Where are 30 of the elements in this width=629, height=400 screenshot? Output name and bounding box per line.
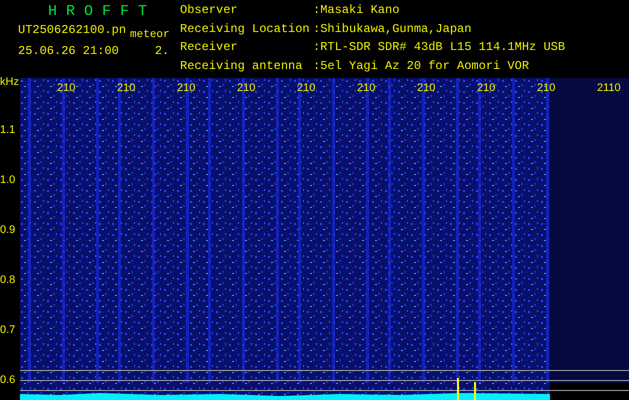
unit-label: kHz [0, 76, 19, 88]
x-tick-label: 2110 [597, 82, 621, 94]
x-tick-label: 210 [57, 82, 76, 94]
info-value: :5el Yagi Az 20 for Aomori VOR [313, 60, 530, 74]
x-tick-label: 210 [117, 82, 136, 94]
info-label: Receiver [180, 41, 239, 56]
file-name: UT2506262100.pn [18, 24, 126, 36]
info-value: :Shibukawa,Gunma,Japan [313, 22, 472, 38]
x-tick-label: 210 [297, 82, 316, 94]
x-tick-label: 210 [417, 82, 436, 94]
info-label: Receiving Location [180, 22, 311, 38]
date-time: 25.06.26 21:00 [18, 45, 119, 57]
y-tick-label: 1.0 [0, 174, 16, 186]
x-tick-label: 210 [177, 82, 196, 94]
info-value: :RTL-SDR SDR# 43dB L15 114.1MHz USB [313, 41, 566, 56]
x-tick-label: 210 [237, 82, 256, 94]
y-tick-label: 0.8 [0, 274, 16, 286]
x-tick-label: 210 [537, 82, 556, 94]
app-title: H R O F F T [48, 4, 148, 20]
info-label: Receiving antenna [180, 60, 304, 74]
mode-label: meteor [130, 29, 170, 41]
y-tick-label: 0.7 [0, 324, 16, 336]
x-tick-label: 210 [477, 82, 496, 94]
y-tick-label: 1.1 [0, 124, 16, 136]
y-tick-label: 0.9 [0, 224, 16, 236]
value-label: 2. [154, 45, 170, 57]
y-tick-label: 0.6 [0, 374, 16, 386]
x-tick-label: 210 [357, 82, 376, 94]
info-label: Observer [180, 4, 239, 19]
info-value: :Masaki Kano [313, 4, 400, 19]
